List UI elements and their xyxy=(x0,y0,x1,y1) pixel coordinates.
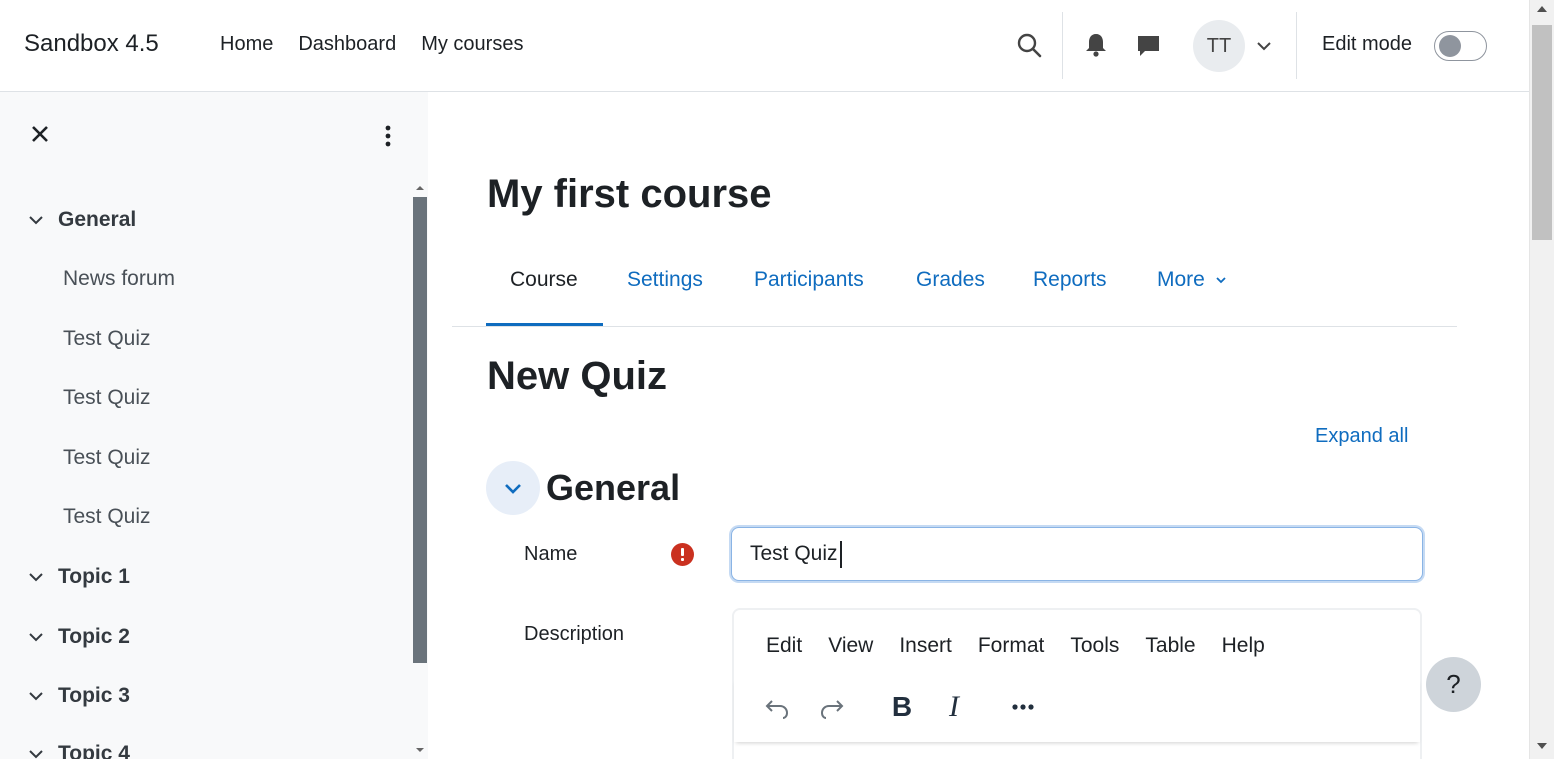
scrollbar-thumb[interactable] xyxy=(1532,25,1552,240)
course-index-section-general[interactable]: General xyxy=(28,208,136,232)
expand-all-link[interactable]: Expand all xyxy=(1315,425,1408,448)
course-index-kebab-menu-icon[interactable] xyxy=(382,124,394,148)
more-horizontal-icon xyxy=(1012,704,1034,710)
quiz-name-input[interactable] xyxy=(731,527,1423,581)
redo-button[interactable] xyxy=(817,692,847,722)
course-index-item[interactable]: Test Quiz xyxy=(63,446,151,470)
course-title: My first course xyxy=(487,172,772,216)
editor-menu-format[interactable]: Format xyxy=(978,634,1045,658)
section-title: Topic 4 xyxy=(58,742,130,759)
description-rich-text-editor[interactable]: Edit View Insert Format Tools Table Help xyxy=(732,608,1422,759)
course-index-section-topic-4[interactable]: Topic 4 xyxy=(28,742,130,759)
page-heading: New Quiz xyxy=(487,354,668,398)
editor-menu-insert[interactable]: Insert xyxy=(899,634,952,658)
course-index-scrollbar[interactable] xyxy=(413,184,427,759)
tab-more[interactable]: More xyxy=(1157,268,1227,326)
nav-link-my-courses[interactable]: My courses xyxy=(421,33,523,56)
chevron-down-icon xyxy=(505,484,521,494)
edit-mode-toggle-knob xyxy=(1439,35,1461,57)
edit-mode-toggle[interactable] xyxy=(1434,31,1487,61)
editor-menu-tools[interactable]: Tools xyxy=(1070,634,1119,658)
primary-navigation: Home Dashboard My courses xyxy=(220,33,523,56)
scroll-up-arrow-icon[interactable] xyxy=(1537,6,1547,12)
editor-toolbar: B I xyxy=(734,678,1420,742)
chevron-down-icon xyxy=(1216,277,1226,284)
nav-link-home[interactable]: Home xyxy=(220,33,273,56)
course-index-item[interactable]: Test Quiz xyxy=(63,386,151,410)
course-index-section-topic-1[interactable]: Topic 1 xyxy=(28,565,130,589)
scroll-up-arrow-icon[interactable] xyxy=(416,186,424,190)
page-scrollbar[interactable] xyxy=(1529,0,1554,759)
course-index-item[interactable]: Test Quiz xyxy=(63,327,151,351)
section-title: Topic 1 xyxy=(58,565,130,588)
tab-grades[interactable]: Grades xyxy=(916,268,985,326)
bold-button[interactable]: B xyxy=(887,691,917,722)
section-title: Topic 2 xyxy=(58,625,130,648)
chevron-down-icon xyxy=(29,633,43,642)
scrollbar-thumb[interactable] xyxy=(413,197,427,663)
site-name[interactable]: Sandbox 4.5 xyxy=(24,30,159,58)
tab-course[interactable]: Course xyxy=(486,268,603,326)
editor-menubar: Edit View Insert Format Tools Table Help xyxy=(766,634,1291,658)
undo-button[interactable] xyxy=(762,692,792,722)
tab-participants[interactable]: Participants xyxy=(754,268,864,326)
form-section-title: General xyxy=(546,467,681,508)
course-index-section-topic-3[interactable]: Topic 3 xyxy=(28,684,130,708)
main-content: My first course Course Settings Particip… xyxy=(428,92,1529,759)
editor-menu-table[interactable]: Table xyxy=(1145,634,1195,658)
required-icon xyxy=(671,543,694,566)
tab-more-label: More xyxy=(1157,268,1205,291)
scroll-down-arrow-icon[interactable] xyxy=(1537,743,1547,749)
course-index-item[interactable]: Test Quiz xyxy=(63,505,151,529)
undo-icon xyxy=(765,700,789,719)
close-drawer-icon[interactable] xyxy=(30,124,50,144)
section-title: General xyxy=(58,208,137,231)
nav-link-dashboard[interactable]: Dashboard xyxy=(298,33,396,56)
scroll-down-arrow-icon[interactable] xyxy=(416,748,424,752)
collapse-section-button[interactable] xyxy=(486,461,540,515)
redo-icon xyxy=(820,700,844,719)
course-index-drawer: General News forum Test Quiz Test Quiz T… xyxy=(0,92,428,759)
chevron-down-icon xyxy=(29,750,43,759)
chevron-down-icon xyxy=(29,573,43,582)
editor-menu-edit[interactable]: Edit xyxy=(766,634,802,658)
search-icon[interactable] xyxy=(1016,32,1042,58)
edit-mode-label: Edit mode xyxy=(1322,33,1413,55)
notifications-bell-icon[interactable] xyxy=(1084,32,1108,58)
tab-settings[interactable]: Settings xyxy=(627,268,703,326)
section-title: Topic 3 xyxy=(58,684,130,707)
name-field-label: Name xyxy=(524,543,578,565)
text-cursor xyxy=(840,541,842,568)
chevron-down-icon xyxy=(29,216,43,225)
italic-button[interactable]: I xyxy=(939,690,969,723)
messages-chat-icon[interactable] xyxy=(1136,33,1161,58)
navbar-divider xyxy=(1062,12,1063,79)
chevron-down-icon xyxy=(29,692,43,701)
user-avatar[interactable]: TT xyxy=(1193,20,1245,72)
description-field-label: Description xyxy=(524,623,625,645)
editor-menu-help[interactable]: Help xyxy=(1222,634,1265,658)
help-button[interactable]: ? xyxy=(1426,657,1481,712)
editor-menu-view[interactable]: View xyxy=(828,634,873,658)
tab-reports[interactable]: Reports xyxy=(1033,268,1107,326)
more-toolbar-button[interactable] xyxy=(1008,692,1038,722)
top-navbar: Sandbox 4.5 Home Dashboard My courses TT… xyxy=(0,0,1529,92)
course-index-section-topic-2[interactable]: Topic 2 xyxy=(28,625,130,649)
user-menu-chevron-down-icon[interactable] xyxy=(1256,38,1272,54)
course-secondary-navigation: Course Settings Participants Grades Repo… xyxy=(452,258,1457,327)
course-index-item[interactable]: News forum xyxy=(63,267,175,291)
navbar-divider xyxy=(1296,12,1297,79)
